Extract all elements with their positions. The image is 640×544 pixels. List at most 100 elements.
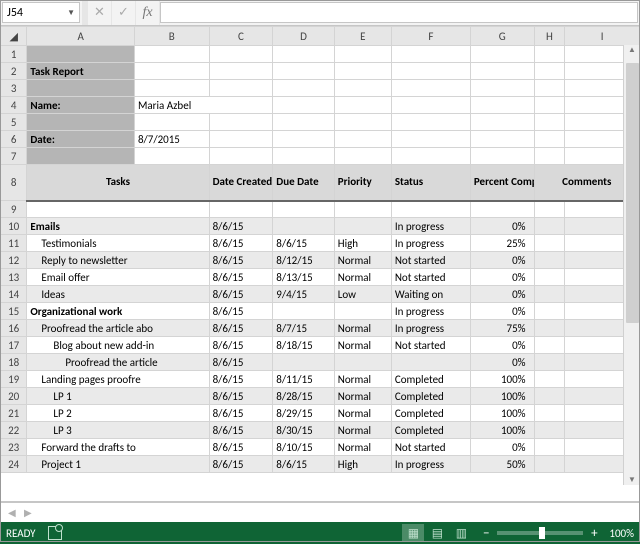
chevron-down-icon[interactable]: ▼: [67, 8, 75, 18]
cell-priority[interactable]: Low: [334, 286, 391, 303]
cell-percent[interactable]: 0%: [470, 252, 534, 269]
view-normal-icon[interactable]: ▦: [402, 524, 424, 542]
worksheet[interactable]: ◢ A B C D E F G H I 1 2 Task Report 3 4 …: [0, 26, 640, 473]
cell-percent[interactable]: 50%: [470, 456, 534, 473]
row-header[interactable]: 3: [1, 80, 27, 97]
col-header[interactable]: D: [273, 27, 334, 46]
cell-percent[interactable]: 25%: [470, 235, 534, 252]
hdr-created[interactable]: Date Created: [209, 165, 273, 201]
cell-due[interactable]: 8/6/15: [273, 235, 334, 252]
cell-status[interactable]: Not started: [391, 269, 470, 286]
zoom-value[interactable]: 100%: [609, 527, 634, 540]
cell-percent[interactable]: 0%: [470, 303, 534, 320]
date-label[interactable]: Date:: [27, 131, 135, 148]
table-row[interactable]: 16Proofread the article abo8/6/158/7/15N…: [1, 320, 640, 337]
table-row[interactable]: 12Reply to newsletter8/6/158/12/15Normal…: [1, 252, 640, 269]
cell-task[interactable]: Emails: [27, 218, 209, 235]
cell-priority[interactable]: Normal: [334, 439, 391, 456]
zoom-track[interactable]: [497, 531, 583, 535]
cell-status[interactable]: In progress: [391, 456, 470, 473]
table-row[interactable]: 19Landing pages proofre8/6/158/11/15Norm…: [1, 371, 640, 388]
cell-priority[interactable]: Normal: [334, 388, 391, 405]
cell-priority[interactable]: Normal: [334, 337, 391, 354]
row-header[interactable]: 6: [1, 131, 27, 148]
cell-due[interactable]: 8/7/15: [273, 320, 334, 337]
row-header[interactable]: 13: [1, 269, 27, 286]
scroll-up-icon[interactable]: ▲: [628, 45, 636, 55]
cell-priority[interactable]: Normal: [334, 269, 391, 286]
cell-task[interactable]: LP 1: [27, 388, 209, 405]
col-header[interactable]: C: [209, 27, 273, 46]
cell-priority[interactable]: [334, 218, 391, 235]
cell-task[interactable]: LP 2: [27, 405, 209, 422]
cell-created[interactable]: 8/6/15: [209, 354, 273, 371]
cell[interactable]: [534, 388, 565, 405]
table-row[interactable]: 18Proofread the article8/6/150%: [1, 354, 640, 371]
hdr-due[interactable]: Due Date: [273, 165, 334, 201]
cell[interactable]: [27, 46, 135, 63]
table-row[interactable]: 21LP 28/6/158/29/15NormalCompleted100%: [1, 405, 640, 422]
cell-status[interactable]: In progress: [391, 235, 470, 252]
cell-created[interactable]: 8/6/15: [209, 286, 273, 303]
cell-percent[interactable]: 75%: [470, 320, 534, 337]
select-all-corner[interactable]: ◢: [1, 27, 27, 46]
cell[interactable]: [534, 286, 565, 303]
col-header[interactable]: I: [565, 27, 640, 46]
cell-percent[interactable]: 0%: [470, 439, 534, 456]
row-header[interactable]: 1: [1, 46, 27, 63]
row-header[interactable]: 20: [1, 388, 27, 405]
col-header[interactable]: G: [470, 27, 534, 46]
cell-due[interactable]: 9/4/15: [273, 286, 334, 303]
row-header[interactable]: 21: [1, 405, 27, 422]
col-header[interactable]: A: [27, 27, 135, 46]
hdr-tasks[interactable]: Tasks: [27, 165, 209, 201]
cell-priority[interactable]: High: [334, 456, 391, 473]
cell-status[interactable]: Waiting on: [391, 286, 470, 303]
cell-due[interactable]: 8/30/15: [273, 422, 334, 439]
cell-task[interactable]: Organizational work: [27, 303, 209, 320]
macro-record-icon[interactable]: [48, 526, 62, 540]
cell-due[interactable]: 8/12/15: [273, 252, 334, 269]
row-header[interactable]: 4: [1, 97, 27, 114]
cell-priority[interactable]: Normal: [334, 252, 391, 269]
cell-status[interactable]: In progress: [391, 218, 470, 235]
zoom-out-icon[interactable]: −: [479, 526, 493, 541]
cell-task[interactable]: Proofread the article: [27, 354, 209, 371]
table-row[interactable]: 13Email offer8/6/158/13/15NormalNot star…: [1, 269, 640, 286]
cell-due[interactable]: 8/29/15: [273, 405, 334, 422]
cell[interactable]: [534, 252, 565, 269]
cell-priority[interactable]: [334, 303, 391, 320]
cell-priority[interactable]: [334, 354, 391, 371]
cell-due[interactable]: [273, 354, 334, 371]
zoom-thumb[interactable]: [539, 527, 545, 539]
enter-icon[interactable]: ✓: [112, 0, 136, 25]
cell-status[interactable]: Completed: [391, 371, 470, 388]
cell-task[interactable]: Ideas: [27, 286, 209, 303]
cell-percent[interactable]: 0%: [470, 286, 534, 303]
column-header-row[interactable]: ◢ A B C D E F G H I: [1, 27, 640, 46]
cell-task[interactable]: Testimonials: [27, 235, 209, 252]
cell[interactable]: [534, 218, 565, 235]
cell[interactable]: [534, 371, 565, 388]
name-value[interactable]: Maria Azbel: [134, 97, 272, 114]
row-header[interactable]: 23: [1, 439, 27, 456]
cell-created[interactable]: 8/6/15: [209, 422, 273, 439]
cell-priority[interactable]: Normal: [334, 422, 391, 439]
cell-percent[interactable]: 0%: [470, 218, 534, 235]
view-page-layout-icon[interactable]: ▤: [426, 524, 448, 542]
row-header[interactable]: 24: [1, 456, 27, 473]
cell-priority[interactable]: Normal: [334, 371, 391, 388]
cell-created[interactable]: 8/6/15: [209, 337, 273, 354]
cell[interactable]: [27, 114, 135, 131]
row-header[interactable]: 17: [1, 337, 27, 354]
cell-percent[interactable]: 0%: [470, 354, 534, 371]
hdr-percent[interactable]: Percent Complete: [470, 165, 534, 201]
cell-created[interactable]: 8/6/15: [209, 388, 273, 405]
cell[interactable]: [534, 269, 565, 286]
cell[interactable]: [534, 337, 565, 354]
hdr-status[interactable]: Status: [391, 165, 470, 201]
cell-task[interactable]: Project 1: [27, 456, 209, 473]
col-header[interactable]: B: [134, 27, 209, 46]
cell[interactable]: [534, 320, 565, 337]
cell-percent[interactable]: 100%: [470, 405, 534, 422]
